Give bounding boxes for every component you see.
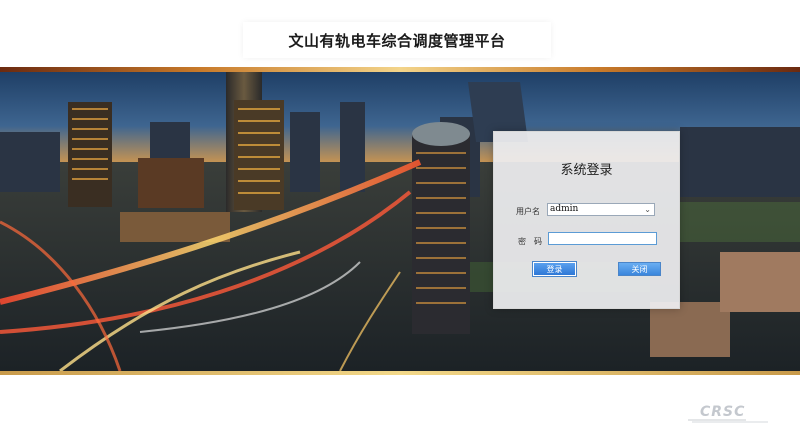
login-button-label: 登录 bbox=[546, 264, 563, 274]
page-title: 文山有轨电车综合调度管理平台 bbox=[288, 31, 506, 50]
login-panel: 系统登录 用户名 admin ⌄ 密 码 登录 关闭 bbox=[493, 131, 680, 309]
password-input[interactable] bbox=[548, 232, 657, 245]
city-night-banner bbox=[0, 72, 800, 371]
header-title-box: 文山有轨电车综合调度管理平台 bbox=[243, 22, 551, 58]
close-button[interactable]: 关闭 bbox=[618, 262, 661, 276]
close-button-label: 关闭 bbox=[631, 264, 648, 274]
password-label: 密 码 bbox=[518, 237, 542, 246]
chevron-down-icon[interactable]: ⌄ bbox=[644, 204, 651, 215]
login-title: 系统登录 bbox=[560, 163, 613, 178]
username-label: 用户名 bbox=[516, 207, 540, 216]
username-select[interactable]: admin ⌄ bbox=[547, 203, 655, 216]
login-button[interactable]: 登录 bbox=[532, 261, 577, 277]
username-value: admin bbox=[550, 204, 579, 214]
crsc-logo-text: CRSC bbox=[700, 404, 745, 420]
gold-bottom-border bbox=[0, 371, 800, 375]
crsc-logo: CRSC bbox=[688, 404, 768, 423]
